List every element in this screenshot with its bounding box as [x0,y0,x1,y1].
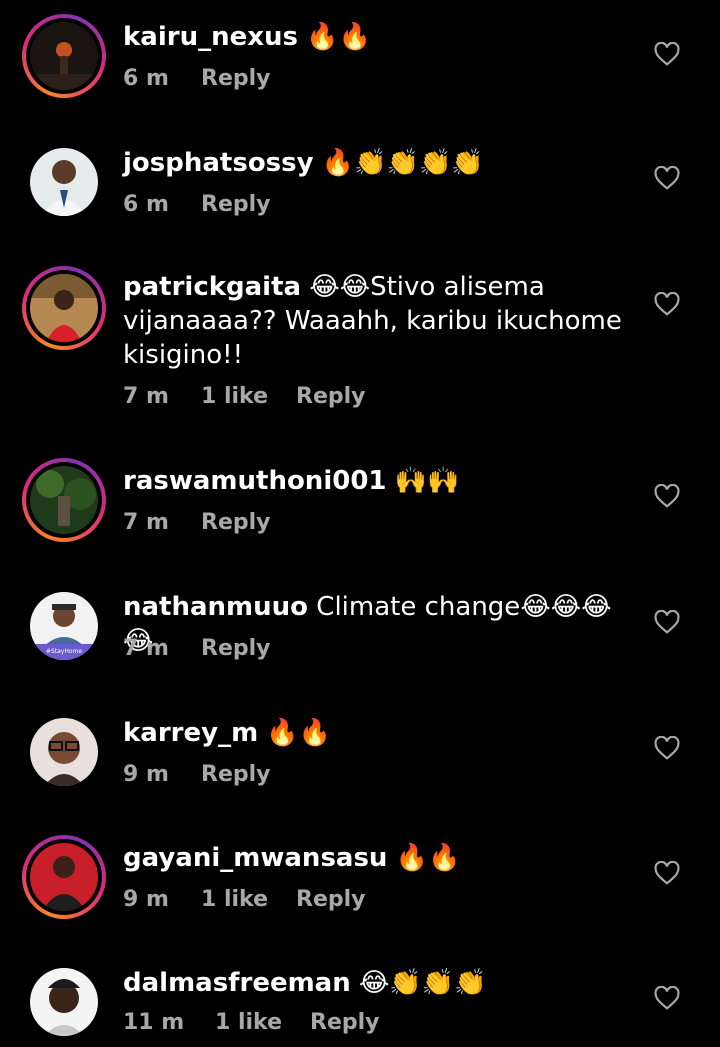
comment-item: gayani_mwansasu 🔥🔥 9 m 1 like Reply [0,833,720,933]
comment-item: patrickgaita 😂😂Stivo alisema vijanaaaa??… [0,264,720,424]
avatar-badge: #StayHome [46,648,82,655]
comment-time: 6 m [123,66,169,91]
comment-item: dalmasfreeman 😂👏👏👏 11 m 1 like Reply [0,958,720,1047]
comment-time: 11 m [123,1010,185,1035]
comment-item: karrey_m 🔥🔥 9 m Reply [0,708,720,808]
avatar[interactable] [22,710,106,794]
comment-item: kairu_nexus 🔥🔥 6 m Reply [0,12,720,112]
comment-emoji: 🔥🔥 [395,843,461,873]
reply-button[interactable]: Reply [201,66,271,91]
reply-button[interactable]: Reply [201,510,271,535]
avatar[interactable] [22,835,106,919]
comment-username[interactable]: raswamuthoni001 [123,466,387,496]
comment-username[interactable]: gayani_mwansasu [123,843,387,873]
comment-username[interactable]: patrickgaita [123,272,301,302]
comment-likes[interactable]: 1 like [201,887,296,912]
avatar[interactable] [22,14,106,98]
reply-button[interactable]: Reply [201,192,271,217]
comment-emoji: 😂👏👏👏 [359,968,487,998]
comment-time: 6 m [123,192,169,217]
heart-outline-icon [654,484,680,508]
comment-emoji: 😂😂 [309,272,371,302]
reply-button[interactable]: Reply [296,384,366,409]
comment-body: patrickgaita 😂😂Stivo alisema vijanaaaa??… [123,270,623,372]
comment-likes[interactable]: 1 like [201,384,296,409]
like-button[interactable] [654,861,680,885]
like-button[interactable] [654,736,680,760]
avatar[interactable]: #StayHome [22,584,106,668]
comment-body: josphatsossy 🔥👏👏👏👏 [123,146,623,180]
comment-time: 7 m [123,384,169,409]
avatar[interactable] [22,266,106,350]
comment-text: Climate change [316,592,521,622]
heart-outline-icon [654,861,680,885]
like-button[interactable] [654,42,680,66]
avatar[interactable] [22,960,106,1044]
heart-outline-icon [654,292,680,316]
comment-item: #StayHome nathanmuuo Climate change😂😂😂😂 … [0,582,720,682]
comment-item: josphatsossy 🔥👏👏👏👏 6 m Reply [0,138,720,238]
comment-emoji: 🔥🔥 [306,22,371,52]
like-button[interactable] [654,610,680,634]
like-button[interactable] [654,484,680,508]
avatar[interactable] [22,458,106,542]
comment-body: gayani_mwansasu 🔥🔥 [123,841,623,875]
comment-item: raswamuthoni001 🙌🙌 7 m Reply [0,456,720,556]
reply-button[interactable]: Reply [201,636,271,661]
reply-button[interactable]: Reply [296,887,366,912]
like-button[interactable] [654,166,680,190]
comment-body: karrey_m 🔥🔥 [123,716,623,750]
comment-likes[interactable]: 1 like [215,1010,310,1035]
reply-button[interactable]: Reply [310,1010,380,1035]
comment-time: 9 m [123,887,169,912]
comment-body: raswamuthoni001 🙌🙌 [123,464,623,498]
comment-time: 9 m [123,762,169,787]
comment-emoji: 🔥👏👏👏👏 [321,148,484,178]
comment-username[interactable]: dalmasfreeman [123,968,351,998]
comment-username[interactable]: nathanmuuo [123,592,308,622]
avatar[interactable] [22,140,106,224]
reply-button[interactable]: Reply [201,762,271,787]
heart-outline-icon [654,166,680,190]
comment-username[interactable]: kairu_nexus [123,22,298,52]
comment-body: kairu_nexus 🔥🔥 [123,20,623,54]
comment-time: 7 m [123,510,169,535]
heart-outline-icon [654,986,680,1010]
comment-emoji: 🔥🔥 [266,718,332,748]
heart-outline-icon [654,736,680,760]
heart-outline-icon [654,42,680,66]
like-button[interactable] [654,986,680,1010]
comment-time: 7 m [123,636,169,661]
comment-username[interactable]: josphatsossy [123,148,314,178]
comment-body: dalmasfreeman 😂👏👏👏 [123,966,623,1000]
comment-emoji: 🙌🙌 [394,466,460,496]
comment-username[interactable]: karrey_m [123,718,258,748]
heart-outline-icon [654,610,680,634]
like-button[interactable] [654,292,680,316]
